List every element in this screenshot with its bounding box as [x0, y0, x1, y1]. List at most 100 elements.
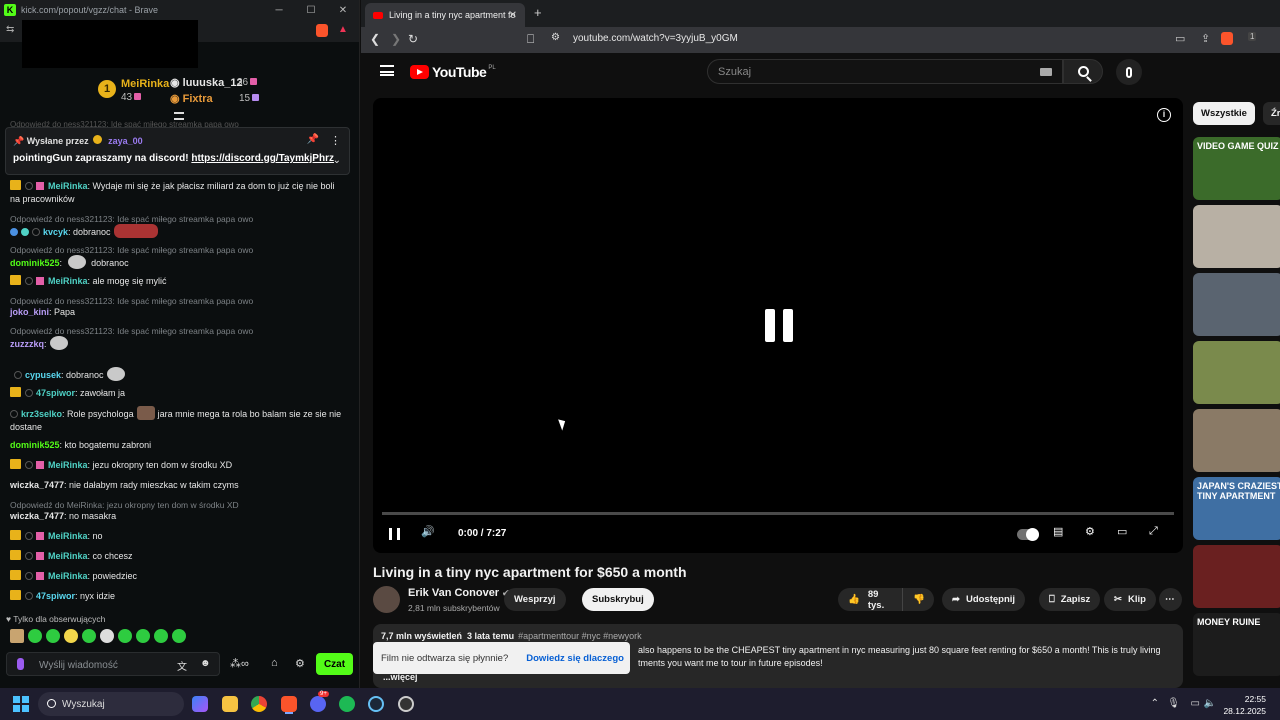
leaderboard-name-1[interactable]: MeiRinka	[121, 78, 169, 90]
chevron-up-icon[interactable]: ⌃	[1151, 698, 1159, 709]
send-chat-button[interactable]: Czat	[316, 653, 353, 675]
like-button[interactable]: 👍 89 tys.	[838, 588, 902, 611]
chrome-icon[interactable]	[251, 696, 267, 712]
pin-icon[interactable]: 📌	[307, 134, 319, 145]
recommended-video-thumbnail[interactable]: JAPAN'S CRAZIEST TINY APARTMENT	[1193, 477, 1280, 540]
emote[interactable]	[82, 629, 96, 643]
clip-button[interactable]: ✂ Klip	[1104, 588, 1156, 611]
discord-link[interactable]: https://discord.gg/TaymkjPhrz	[191, 153, 334, 164]
mentions-icon[interactable]: ⁂∞	[230, 657, 249, 670]
emote[interactable]	[100, 629, 114, 643]
emote[interactable]	[136, 629, 150, 643]
obs-icon[interactable]	[398, 696, 414, 712]
search-button[interactable]	[1063, 59, 1103, 84]
clock[interactable]: 22:55 28.12.2025	[1223, 693, 1266, 717]
chip-all[interactable]: Wszystkie	[1193, 102, 1255, 125]
progress-bar[interactable]	[382, 512, 1174, 515]
emote[interactable]	[46, 629, 60, 643]
microphone-icon[interactable]: 🎙	[1167, 698, 1180, 709]
youtube-logo[interactable]: YouTube PL	[410, 64, 496, 80]
close-tab-icon[interactable]: ✕	[509, 10, 517, 21]
dislike-button[interactable]: 👎	[902, 588, 934, 611]
pause-button[interactable]	[389, 528, 400, 540]
mic-icon[interactable]	[17, 658, 24, 670]
forward-icon[interactable]: ❯	[391, 32, 401, 46]
learn-why-link[interactable]: Dowiedz się dlaczego	[526, 653, 624, 664]
site-info-icon[interactable]: ⚙	[551, 32, 560, 43]
chat-message-input[interactable]	[39, 656, 179, 674]
recommended-video-thumbnail[interactable]	[1193, 409, 1280, 472]
emote[interactable]	[10, 629, 24, 643]
leaderboard-name-2[interactable]: ◉ luuuska_12	[170, 76, 243, 89]
more-options-icon[interactable]: ⋮	[330, 134, 341, 147]
share-button[interactable]: ➦ Udostępnij	[942, 588, 1026, 611]
recommended-video-thumbnail[interactable]	[1193, 545, 1280, 608]
channel-avatar[interactable]	[373, 586, 400, 613]
extension-badge[interactable]: 1	[1248, 32, 1257, 41]
pinned-message[interactable]: 📌 Wysłane przez zaya_00 pointingGun zapr…	[5, 127, 350, 175]
share-icon[interactable]: ⇪	[1201, 32, 1210, 45]
discord-icon[interactable]	[310, 696, 326, 712]
settings-gear-icon[interactable]: ⚙	[1085, 525, 1095, 538]
save-button[interactable]: ⎕ Zapisz	[1039, 588, 1101, 611]
subtitles-icon[interactable]: ▤	[1053, 525, 1063, 538]
recommended-video-thumbnail[interactable]: VIDEO GAME QUIZ	[1193, 137, 1280, 200]
volume-icon[interactable]: 🔊	[421, 525, 435, 538]
recommended-video-thumbnail[interactable]	[1193, 273, 1280, 336]
support-button[interactable]: Wesprzyj	[504, 588, 566, 611]
cast-icon[interactable]: ▭	[1175, 32, 1185, 45]
chat-settings-icon[interactable]: ⇆	[6, 24, 14, 35]
emote[interactable]	[172, 629, 186, 643]
recommended-video-thumbnail[interactable]: MONEY RUINE	[1193, 613, 1280, 676]
close-button[interactable]: ✕	[327, 0, 359, 20]
maximize-button[interactable]: ☐	[295, 0, 327, 20]
brave-rewards-icon[interactable]: ▲	[338, 24, 348, 35]
hamburger-menu-icon[interactable]	[380, 65, 394, 76]
windows-start-icon[interactable]	[13, 696, 29, 712]
reload-icon[interactable]: ↻	[408, 32, 418, 46]
chat-message: 47spiwor: nyx idzie	[10, 590, 345, 603]
emote[interactable]	[28, 629, 42, 643]
network-icon[interactable]: ▭	[1191, 698, 1200, 709]
filter-icon[interactable]	[174, 112, 184, 120]
autoplay-toggle[interactable]	[1017, 528, 1039, 541]
theater-mode-icon[interactable]: ▭	[1117, 525, 1127, 538]
browser-tab[interactable]: Living in a tiny nyc apartment fo ✕	[365, 3, 525, 27]
emote[interactable]	[118, 629, 132, 643]
brave-shield-icon[interactable]	[1221, 32, 1233, 48]
minimize-button[interactable]: ─	[263, 0, 295, 20]
recommended-video-thumbnail[interactable]	[1193, 205, 1280, 268]
chip-sources[interactable]: Źró	[1263, 102, 1280, 125]
search-input[interactable]	[718, 64, 1018, 80]
copilot-icon[interactable]	[192, 696, 208, 712]
store-icon[interactable]: ⌂	[271, 657, 278, 669]
bookmark-icon[interactable]: ⎕	[527, 32, 534, 47]
new-tab-icon[interactable]: +	[534, 5, 542, 20]
gear-icon[interactable]: ⚙	[295, 657, 305, 670]
spotify-icon[interactable]	[339, 696, 355, 712]
fullscreen-icon[interactable]: ⤢	[1149, 525, 1158, 538]
leaderboard-name-3[interactable]: ◉ Fixtra	[170, 92, 213, 105]
youtube-favicon-icon	[373, 11, 383, 19]
emoji-icon[interactable]: ☻	[200, 658, 211, 669]
keyboard-icon[interactable]	[1040, 68, 1052, 76]
recommended-video-thumbnail[interactable]	[1193, 341, 1280, 404]
channel-name[interactable]: Erik Van Conover ✔	[408, 587, 510, 599]
brave-shield-icon[interactable]	[316, 24, 328, 40]
more-actions-button[interactable]: ⋯	[1159, 588, 1182, 611]
translate-icon[interactable]: 文	[177, 658, 187, 673]
back-icon[interactable]: ❮	[370, 32, 380, 46]
file-explorer-icon[interactable]	[222, 696, 238, 712]
brave-icon[interactable]	[281, 696, 297, 712]
emote[interactable]	[154, 629, 168, 643]
info-icon[interactable]: i	[1157, 108, 1171, 122]
steam-icon[interactable]	[368, 696, 384, 712]
url-text[interactable]: youtube.com/watch?v=3yyjuB_y0GM	[573, 33, 738, 44]
video-player[interactable]: i 🔊 0:00 / 7:27 ▤ ⚙ ▭ ⤢	[373, 98, 1183, 553]
voice-search-button[interactable]	[1116, 59, 1142, 85]
taskbar-search[interactable]: Wyszukaj	[38, 692, 184, 716]
subscribe-button[interactable]: Subskrybuj	[582, 588, 654, 611]
emote[interactable]	[64, 629, 78, 643]
volume-icon[interactable]: 🔈	[1204, 698, 1216, 709]
chevron-down-icon[interactable]: ⌄	[333, 155, 341, 166]
